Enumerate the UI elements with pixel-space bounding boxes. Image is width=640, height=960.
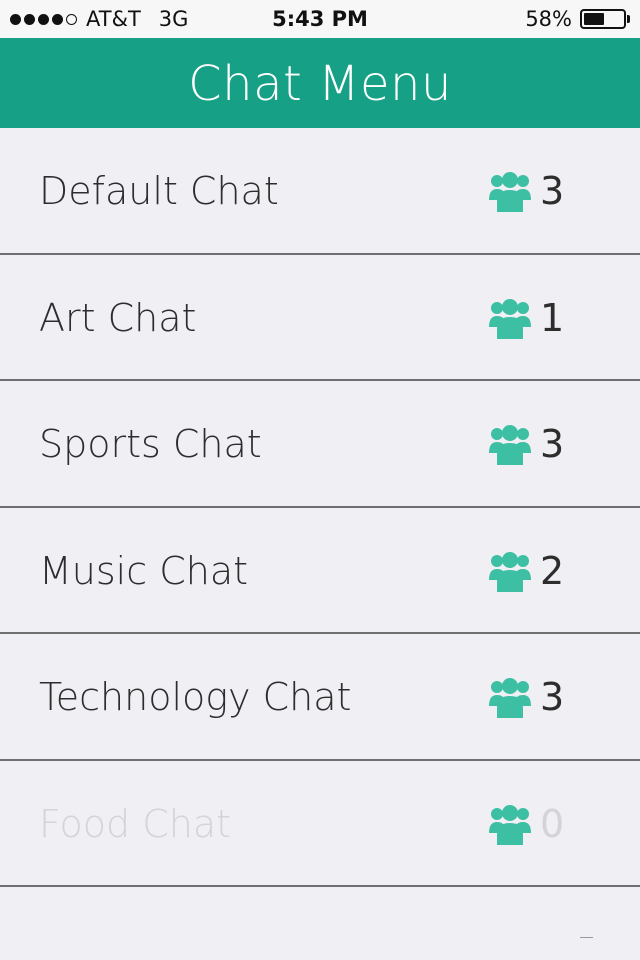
status-right: 58%	[525, 7, 630, 31]
chat-row[interactable]: Sports Chat 3	[0, 381, 640, 508]
chat-name: Music Chat	[39, 548, 248, 593]
chat-row[interactable]: Technology Chat 3	[0, 634, 640, 761]
member-count: 2	[540, 548, 565, 593]
member-count: 0	[540, 801, 565, 846]
member-count: 3	[540, 169, 565, 213]
users-icon	[488, 170, 532, 212]
chat-row[interactable]: Default Chat 3	[0, 128, 640, 255]
page-title: Chat Menu	[188, 56, 452, 112]
member-count: 3	[540, 675, 565, 719]
battery-percent: 58%	[525, 7, 572, 31]
navigation-bar: Chat Menu	[0, 38, 640, 128]
battery-level	[584, 13, 605, 25]
member-count: 3	[540, 422, 565, 466]
chat-row[interactable]: Music Chat 2	[0, 508, 640, 634]
chat-name: Sports Chat	[39, 422, 262, 466]
users-icon	[488, 550, 532, 592]
users-icon	[488, 297, 532, 339]
chat-name: Art Chat	[39, 295, 197, 340]
chat-row: Food Chat 0	[0, 761, 640, 887]
users-icon	[488, 803, 532, 845]
chat-name: Default Chat	[39, 169, 279, 213]
users-icon	[488, 423, 532, 465]
users-icon	[488, 676, 532, 718]
battery-icon	[580, 9, 626, 29]
divider	[580, 937, 593, 938]
status-bar: AT&T 3G 5:43 PM 58%	[0, 0, 640, 38]
battery-tip	[627, 15, 630, 23]
chat-list: Default Chat 3 Art Chat 1 Sports Chat 3 Music …	[0, 128, 640, 887]
member-count: 1	[540, 295, 565, 340]
chat-name: Technology Chat	[39, 675, 352, 719]
chat-name: Food Chat	[39, 801, 232, 846]
chat-row[interactable]: Art Chat 1	[0, 255, 640, 381]
